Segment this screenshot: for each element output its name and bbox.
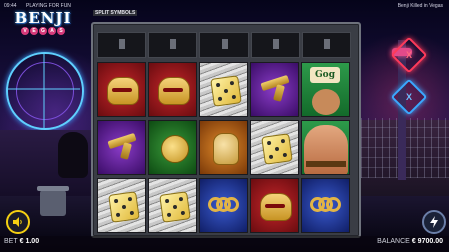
- reel-cell: [250, 62, 299, 117]
- wild-body: [304, 125, 348, 174]
- sound-button[interactable]: [6, 210, 30, 234]
- balance-display: BALANCE € 9700.00: [377, 238, 443, 245]
- reel-cell: [199, 178, 248, 233]
- reel-cell: [148, 120, 197, 175]
- dice-icon: [261, 133, 293, 165]
- logo-letter: S: [57, 27, 65, 35]
- teeth-icon: [107, 77, 139, 105]
- reel-cell: [301, 178, 350, 233]
- logo-letter: V: [21, 27, 29, 35]
- spin-button[interactable]: [422, 210, 446, 234]
- balance-value: € 9700.00: [411, 238, 443, 245]
- dice-icon: [210, 75, 242, 107]
- reel-cell: [199, 120, 248, 175]
- reel-cell: [97, 62, 146, 117]
- reel-cell: [97, 120, 146, 175]
- coin-icon: [161, 135, 189, 163]
- bet-value: € 1.00: [19, 238, 40, 245]
- reel-cell: [148, 62, 197, 117]
- speaker-icon: [13, 217, 22, 227]
- lightning-icon: [430, 216, 438, 228]
- teeth-icon: [158, 77, 190, 105]
- clip: [301, 32, 352, 58]
- gun-icon: [108, 135, 138, 161]
- reel-cell: [97, 178, 146, 233]
- reel-cell: [250, 178, 299, 233]
- bet-display[interactable]: BET € 1.00: [4, 238, 39, 245]
- reel-cell: Gog: [301, 62, 350, 117]
- trash-can: [37, 186, 69, 216]
- reel-cell: [301, 120, 350, 175]
- clip: [97, 32, 147, 58]
- logo-subtitle: V E G A S: [8, 27, 78, 35]
- game-title: Benji Killed in Vegas: [397, 3, 443, 9]
- clip: [148, 32, 198, 58]
- logo-letter: A: [48, 27, 56, 35]
- logo-title: BENJI: [14, 9, 72, 27]
- balance-label: BALANCE: [377, 238, 410, 245]
- dice-icon: [108, 191, 140, 223]
- knuckles-icon: [208, 195, 240, 217]
- game-logo: BENJI V E G A S: [8, 10, 78, 46]
- clip: [199, 32, 249, 58]
- logo-letter: E: [30, 27, 38, 35]
- reel-cell: [148, 178, 197, 233]
- gun-icon: [261, 77, 291, 103]
- frame-label: SPLIT SYMBOLS: [93, 10, 138, 16]
- knuckles-icon: [310, 195, 342, 217]
- gorilla-silhouette: [58, 132, 88, 178]
- reel-cell: [250, 120, 299, 175]
- ferris-wheel-spoke: [6, 88, 80, 90]
- wild-belt: [306, 161, 346, 167]
- glove-icon: [213, 133, 239, 165]
- logo-letter: G: [39, 27, 47, 35]
- clip: [250, 32, 300, 58]
- reel-cell: [199, 62, 248, 117]
- wild-face: [312, 89, 340, 115]
- wild-badge: Gog: [310, 67, 340, 83]
- x-feature-icon: X: [405, 49, 413, 60]
- bet-label: BET: [4, 238, 18, 245]
- teeth-icon: [260, 193, 292, 221]
- 2x-feature-icon: X: [405, 91, 413, 102]
- dice-icon: [159, 191, 191, 223]
- ferris-wheel: [6, 52, 84, 130]
- reel-grid: Gog: [97, 62, 350, 234]
- reel-clips: [97, 32, 352, 58]
